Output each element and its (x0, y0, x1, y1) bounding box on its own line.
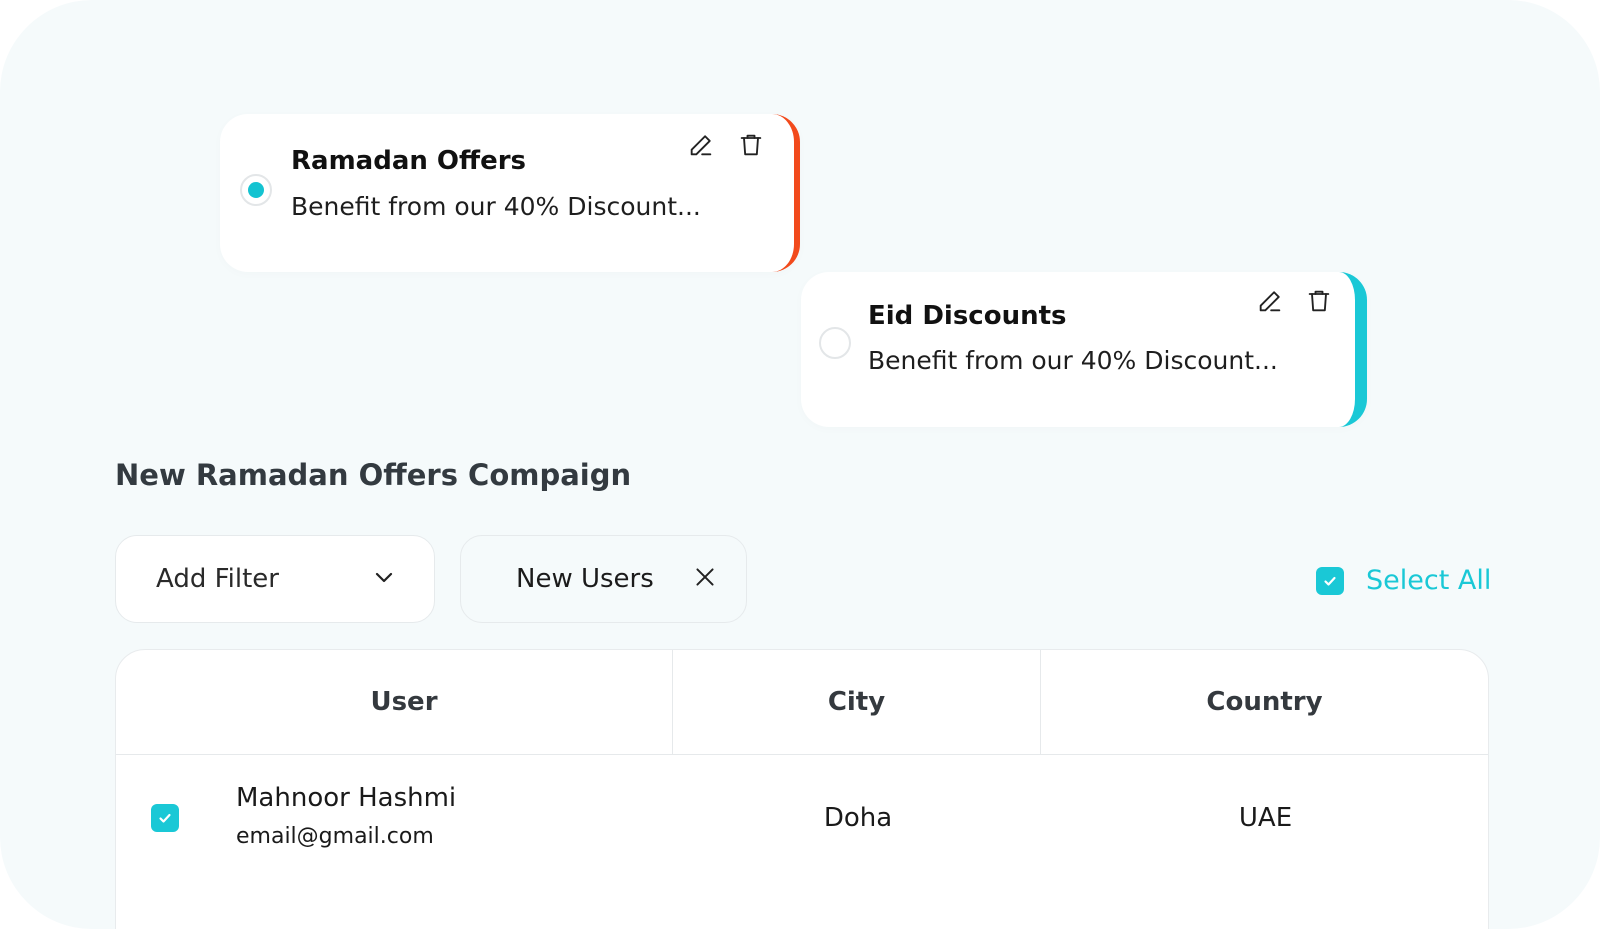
table-header: User City Country (116, 650, 1488, 755)
row-checkbox[interactable] (151, 804, 179, 832)
campaign-title: New Ramadan Offers Compaign (115, 458, 632, 492)
offer-card-eid[interactable]: Eid Discounts Benefit from our 40% Disco… (801, 272, 1367, 427)
column-header-city: City (673, 650, 1041, 754)
table-row[interactable]: Mahnoor Hashmi email@gmail.com Doha UAE (116, 755, 1488, 885)
select-all-toggle[interactable]: Select All (1316, 565, 1491, 596)
column-header-country: Country (1206, 687, 1323, 717)
user-email: email@gmail.com (236, 824, 434, 849)
offer-card-ramadan[interactable]: Ramadan Offers Benefit from our 40% Disc… (220, 114, 800, 272)
chevron-down-icon (372, 565, 396, 593)
select-all-label: Select All (1366, 565, 1492, 596)
trash-icon[interactable] (1304, 286, 1334, 316)
offer-description: Benefit from our 40% Discount... (291, 192, 701, 221)
user-city: Doha (823, 803, 893, 833)
filter-chip-new-users: New Users (460, 535, 747, 623)
trash-icon[interactable] (736, 130, 766, 160)
add-filter-dropdown[interactable]: Add Filter (115, 535, 435, 623)
user-country: UAE (1238, 803, 1293, 833)
app-canvas: Ramadan Offers Benefit from our 40% Disc… (0, 0, 1600, 929)
offer-description: Benefit from our 40% Discount... (868, 346, 1278, 375)
offer-title: Ramadan Offers (291, 146, 527, 176)
select-all-checkbox[interactable] (1316, 566, 1344, 595)
users-table: User City Country Mahnoor Hashmi email@g… (115, 649, 1489, 929)
column-header-user: User (116, 650, 673, 754)
close-icon[interactable] (692, 564, 718, 594)
pencil-icon[interactable] (1255, 286, 1285, 316)
user-name: Mahnoor Hashmi (236, 783, 457, 813)
filter-chip-label: New Users (516, 564, 654, 594)
pencil-icon[interactable] (686, 130, 716, 160)
offer-radio[interactable] (819, 327, 851, 359)
offer-radio-selected[interactable] (240, 174, 272, 206)
offer-title: Eid Discounts (868, 301, 1067, 331)
add-filter-label: Add Filter (156, 564, 279, 594)
